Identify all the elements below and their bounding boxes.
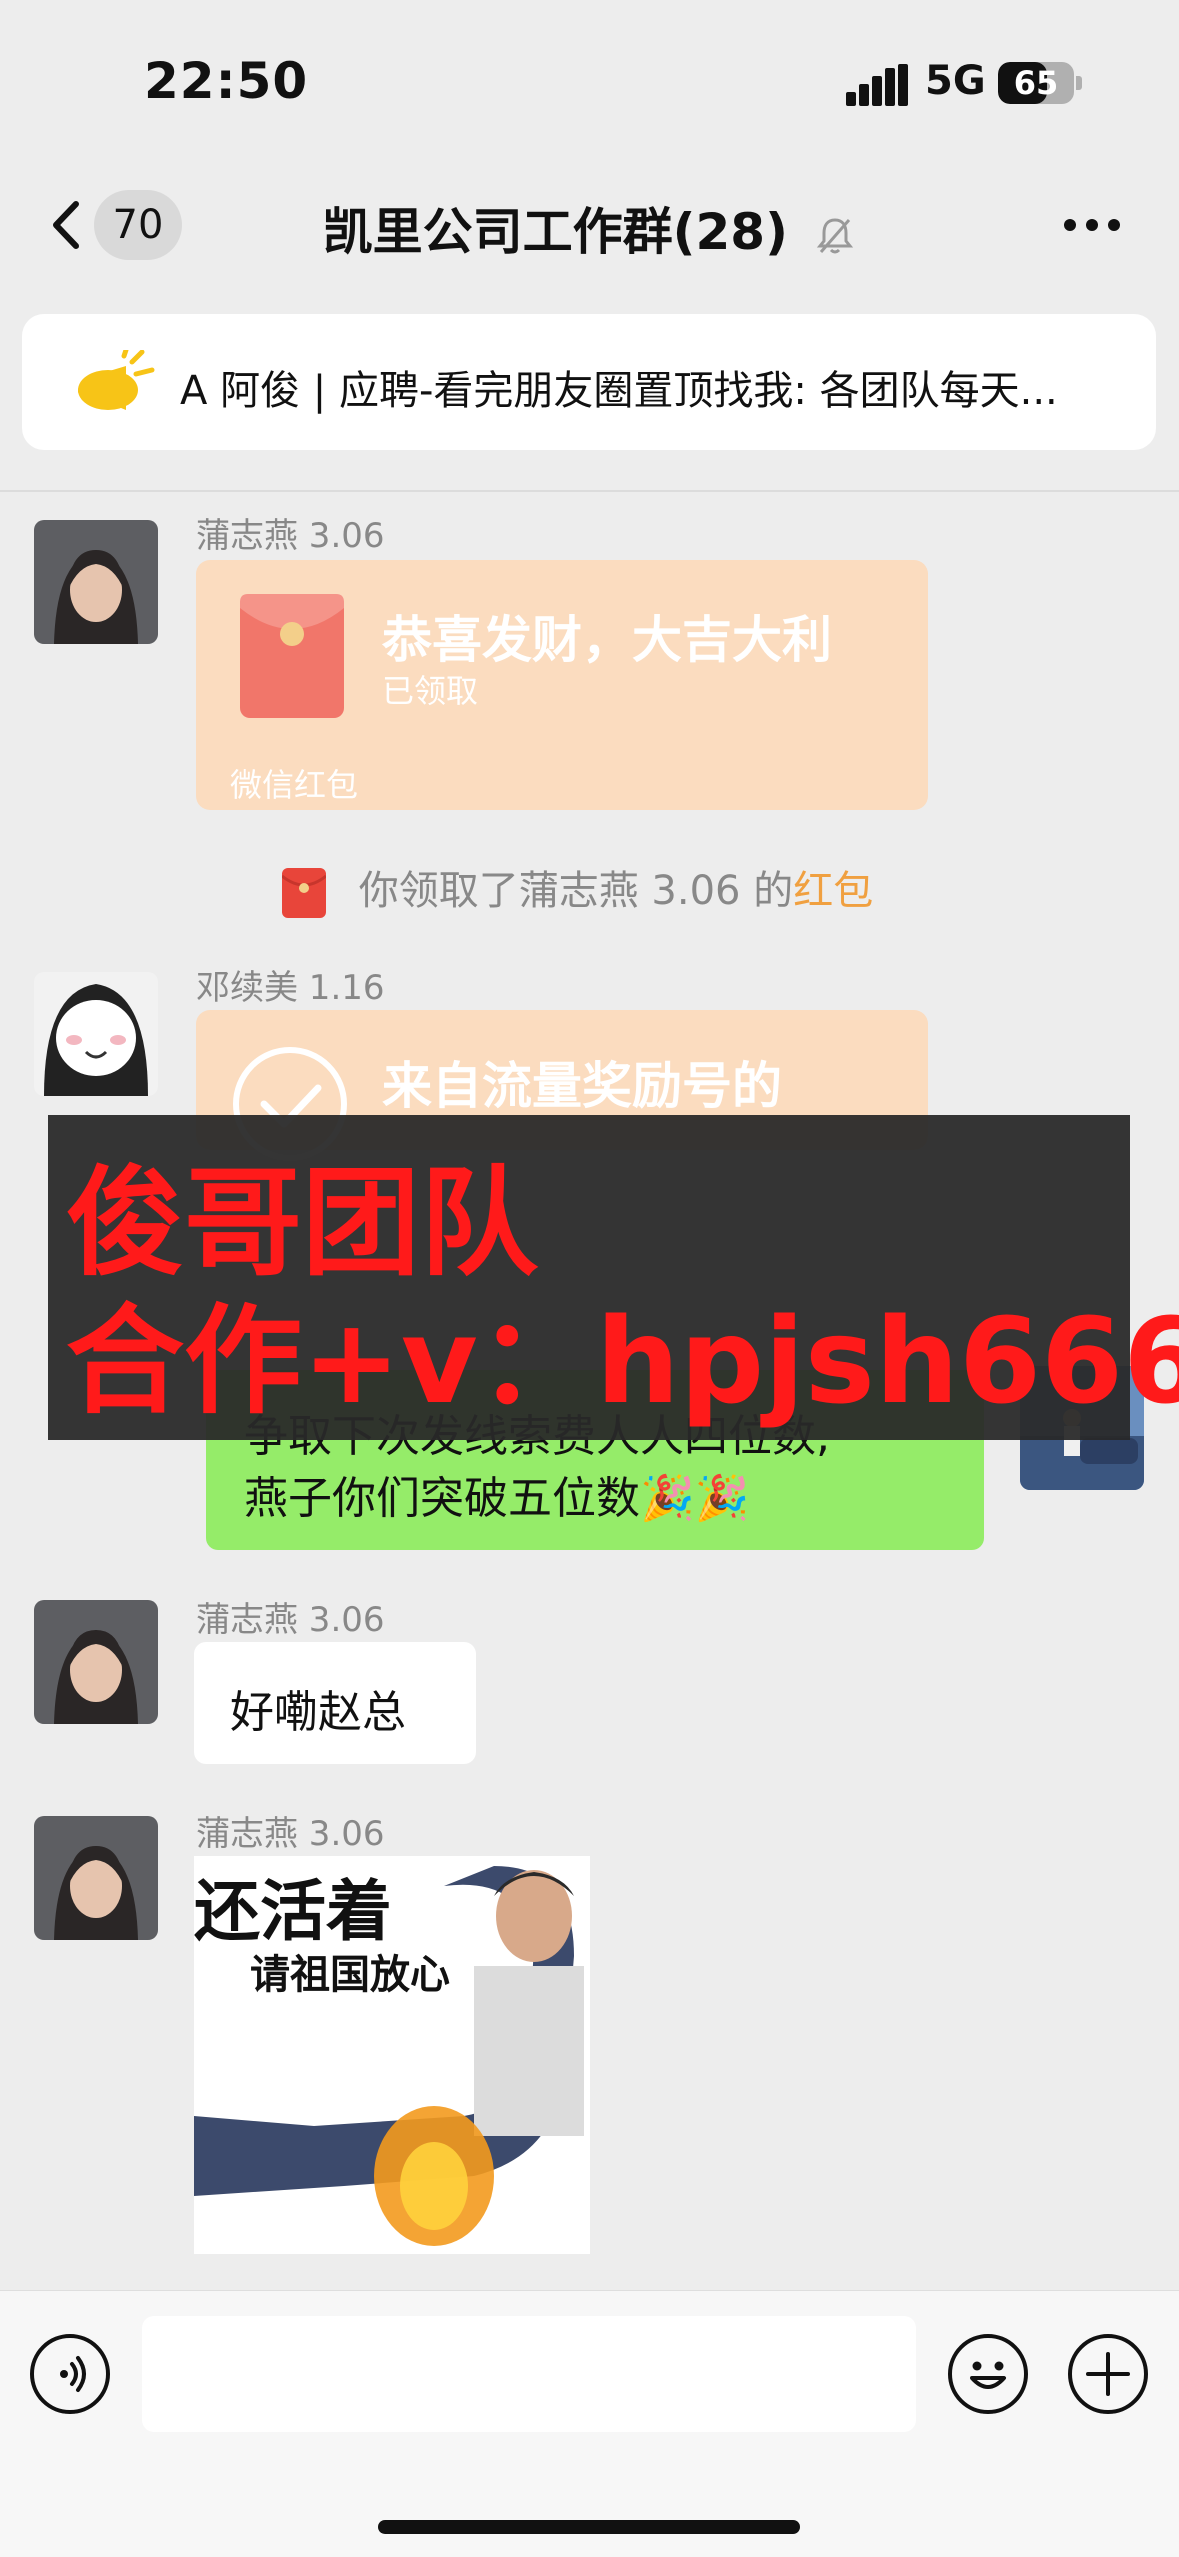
avatar[interactable] — [34, 520, 158, 644]
more-icon[interactable] — [1062, 205, 1122, 245]
plus-icon[interactable] — [1068, 2334, 1148, 2414]
network-type: 5G — [925, 58, 986, 104]
red-packet-message[interactable]: 恭喜发财，大吉大利 已领取 微信红包 — [196, 560, 928, 810]
sender-name: 邓续美 1.16 — [196, 968, 385, 1008]
voice-icon[interactable] — [30, 2334, 110, 2414]
system-message-text: 你领取了蒲志燕 3.06 的 — [358, 868, 794, 914]
avatar[interactable] — [34, 1816, 158, 1940]
notice-text: A 阿俊 | 应聘-看完朋友圈置顶找我: 各团队每天... — [180, 368, 1058, 414]
divider — [0, 490, 1179, 492]
system-message: 你领取了蒲志燕 3.06 的红包 — [281, 858, 873, 918]
battery-icon: 65 — [998, 62, 1074, 104]
packet-label: 微信红包 — [230, 766, 359, 804]
unread-count-badge[interactable]: 70 — [94, 190, 182, 260]
packet-title: 来自流量奖励号的 — [382, 1057, 782, 1115]
pinned-notice[interactable]: A 阿俊 | 应聘-看完朋友圈置顶找我: 各团队每天... — [22, 314, 1156, 450]
speaker-icon — [78, 350, 155, 410]
watermark-overlay: 俊哥团队 合作+v：hpjsh666 — [48, 1115, 1179, 1440]
sender-name: 蒲志燕 3.06 — [196, 1600, 385, 1640]
packet-title: 恭喜发财，大吉大利 — [382, 611, 832, 669]
sticker-caption-sub: 请祖国放心 — [250, 1952, 450, 1998]
battery-cap — [1076, 76, 1082, 90]
sender-name: 蒲志燕 3.06 — [196, 1814, 385, 1854]
mute-bell-icon — [817, 217, 854, 253]
red-packet-link[interactable]: 红包 — [793, 868, 873, 914]
sticker-caption-main: 还活着 — [194, 1873, 392, 1950]
emoji-icon[interactable] — [948, 2334, 1028, 2414]
message-bubble[interactable]: 好嘞赵总 — [194, 1642, 476, 1764]
overlay-line-2: 合作+v：hpjsh666 — [66, 1292, 1179, 1430]
status-time: 22:50 — [144, 52, 309, 110]
red-packet-icon — [281, 868, 327, 918]
message-text-line: 燕子你们突破五位数🎉🎉 — [244, 1473, 750, 1524]
message-input[interactable] — [142, 2316, 916, 2432]
back-icon[interactable] — [40, 190, 100, 260]
avatar[interactable] — [34, 1600, 158, 1724]
chat-title-text: 凯里公司工作群(28) — [322, 203, 788, 261]
red-packet-icon — [240, 594, 344, 718]
sticker-image[interactable]: 还活着 请祖国放心 — [194, 1856, 590, 2254]
chat-title[interactable]: 凯里公司工作群(28) — [280, 192, 900, 264]
packet-status: 已领取 — [382, 672, 479, 710]
battery-percent: 65 — [1013, 64, 1059, 102]
sender-name: 蒲志燕 3.06 — [196, 516, 385, 556]
message-text: 好嘞赵总 — [230, 1687, 406, 1738]
signal-icon — [846, 64, 908, 106]
home-indicator[interactable] — [378, 2520, 800, 2534]
avatar[interactable] — [34, 972, 158, 1096]
